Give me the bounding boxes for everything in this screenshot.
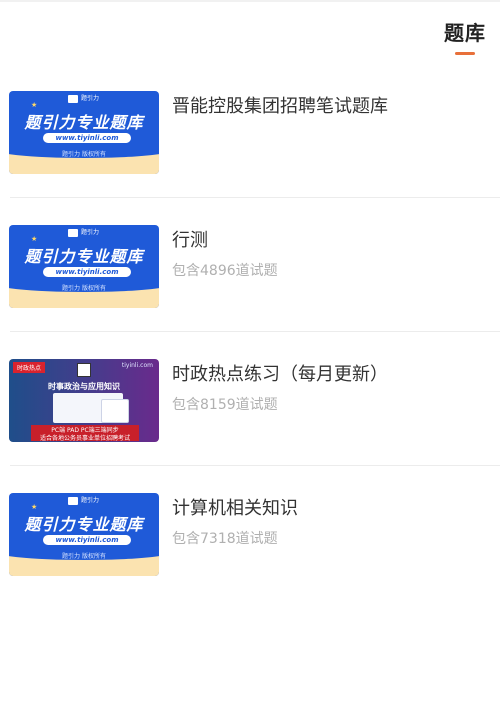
- banner-logo-text: 题引力: [81, 497, 100, 504]
- banner-logo-text: 题引力: [81, 95, 100, 102]
- item-title: 计算机相关知识: [172, 498, 298, 519]
- tab-bar: 题库: [0, 0, 500, 62]
- question-bank-list: ★ 题引力 题引力专业题库 www.tiyinli.com 题引力 版权所有 晋…: [0, 64, 500, 600]
- banner-copyright: 题引力 版权所有: [62, 553, 106, 560]
- banner-url: www.tiyinli.com: [43, 267, 131, 277]
- banner-url: www.tiyinli.com: [43, 133, 131, 143]
- banner-url: www.tiyinli.com: [43, 535, 131, 545]
- tab-label: 题库: [444, 21, 486, 45]
- tab-question-bank[interactable]: 题库: [443, 20, 487, 55]
- qr-code-icon: [77, 363, 91, 377]
- list-item[interactable]: ★ 题引力 题引力专业题库 www.tiyinli.com 题引力 版权所有 计…: [0, 466, 500, 600]
- item-title: 晋能控股集团招聘笔试题库: [172, 96, 388, 117]
- banner-tag: 时政热点: [13, 362, 46, 373]
- banner-headline: 时事政治与应用知识: [48, 382, 120, 391]
- star-icon: ★: [31, 503, 38, 511]
- list-item[interactable]: 时政热点 tiyinli.com 时事政治与应用知识 PC端 PAD PC端三端…: [0, 332, 500, 466]
- item-title: 行测: [172, 230, 208, 251]
- banner-title: 题引力专业题库: [24, 515, 144, 534]
- banner-copyright: 题引力 版权所有: [62, 151, 106, 158]
- item-thumbnail: ★ 题引力 题引力专业题库 www.tiyinli.com 题引力 版权所有: [9, 91, 159, 174]
- banner-title: 题引力专业题库: [24, 113, 144, 132]
- banner-logo-text: 题引力: [81, 229, 100, 236]
- logo-icon: [68, 95, 78, 103]
- active-tab-indicator: [455, 52, 475, 55]
- list-item[interactable]: ★ 题引力 题引力专业题库 www.tiyinli.com 题引力 版权所有 晋…: [0, 64, 500, 198]
- tablet-illustration: [101, 399, 129, 423]
- banner-site: tiyinli.com: [121, 362, 153, 369]
- item-subtitle: 包含7318道试题: [172, 531, 278, 547]
- item-thumbnail: ★ 题引力 题引力专业题库 www.tiyinli.com 题引力 版权所有: [9, 493, 159, 576]
- list-item[interactable]: ★ 题引力 题引力专业题库 www.tiyinli.com 题引力 版权所有 行…: [0, 198, 500, 332]
- logo-icon: [68, 229, 78, 237]
- item-thumbnail: ★ 题引力 题引力专业题库 www.tiyinli.com 题引力 版权所有: [9, 225, 159, 308]
- item-subtitle: 包含4896道试题: [172, 263, 278, 279]
- item-title: 时政热点练习（每月更新）: [172, 364, 388, 385]
- star-icon: ★: [31, 101, 38, 109]
- banner-copyright: 题引力 版权所有: [62, 285, 106, 292]
- item-thumbnail: 时政热点 tiyinli.com 时事政治与应用知识 PC端 PAD PC端三端…: [9, 359, 159, 442]
- banner-title: 题引力专业题库: [24, 247, 144, 266]
- item-subtitle: 包含8159道试题: [172, 397, 278, 413]
- star-icon: ★: [31, 235, 38, 243]
- logo-icon: [68, 497, 78, 505]
- banner-line-2: 适合各地公务员事业单位招聘考试: [39, 435, 130, 442]
